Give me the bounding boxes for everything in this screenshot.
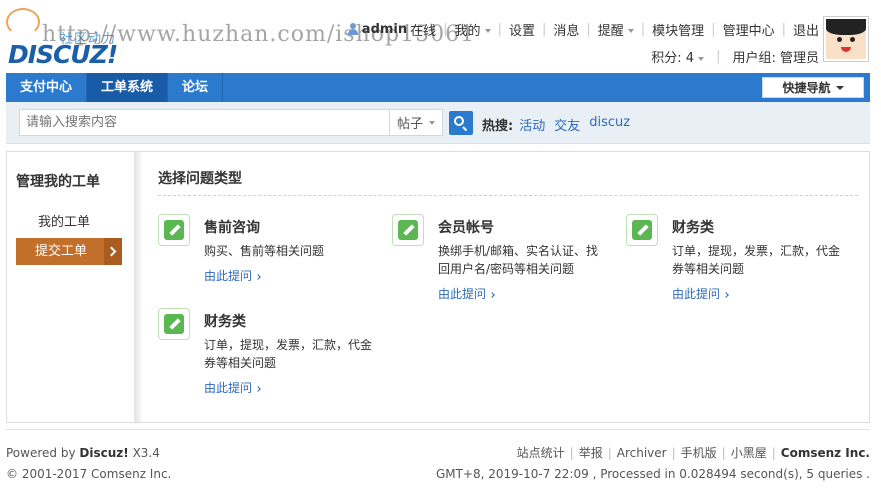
user-link[interactable]: admin 在线 xyxy=(347,20,436,39)
chevron-right-icon xyxy=(489,291,495,298)
search-bar: 帖子 热搜: 活动 交友 discuz xyxy=(6,102,870,144)
divider xyxy=(158,195,858,196)
ticket-type-name: 财务类 xyxy=(204,314,246,330)
credits-link[interactable]: 积分: 4 xyxy=(651,47,705,66)
avatar-image xyxy=(826,19,866,59)
page-title: 选择问题类型 xyxy=(158,171,242,187)
divider: | xyxy=(711,21,716,37)
chevron-down-icon xyxy=(627,29,634,33)
hot-keyword[interactable]: discuz xyxy=(589,115,630,134)
edit-icon xyxy=(158,214,190,246)
footer-left: Powered by Discuz! X3.4 © 2001-2017 Coms… xyxy=(6,443,171,485)
hot-search-label: 热搜: xyxy=(482,119,514,134)
divider: | xyxy=(443,21,448,37)
top-user-nav: admin 在线 | 我的 | 设置 | 消息 | 提醒 | 模块管理 | 管理… xyxy=(347,20,819,39)
chevron-down-icon xyxy=(484,29,491,33)
sidebar-item-submit-ticket[interactable]: 提交工单 xyxy=(16,238,122,265)
chevron-right-icon xyxy=(723,291,729,298)
chevron-right-icon xyxy=(255,273,261,280)
divider: | xyxy=(586,21,591,37)
ticket-type-desc: 订单，提现，发票，汇款，代金券等相关问题 xyxy=(204,338,373,370)
ask-here-link[interactable]: 由此提问 xyxy=(672,285,729,302)
divider: | xyxy=(640,21,646,37)
tab-forum[interactable]: 论坛 xyxy=(168,73,224,102)
quick-nav-button[interactable]: 快捷导航 xyxy=(762,77,864,98)
avatar[interactable] xyxy=(823,16,869,62)
nav-messages[interactable]: 消息 xyxy=(553,20,579,39)
nav-settings[interactable]: 设置 xyxy=(509,20,535,39)
nav-module-manage[interactable]: 模块管理 xyxy=(652,20,704,39)
header: 社区动力 DISCUZ! http://www.huzhan.com/ishop… xyxy=(0,0,881,72)
logo-ring-icon xyxy=(6,8,40,36)
hot-keyword[interactable]: 交友 xyxy=(554,115,580,134)
chevron-down-icon xyxy=(698,56,705,61)
chevron-down-icon xyxy=(835,85,844,90)
ticket-type-desc: 订单，提现，发票，汇款，代金券等相关问题 xyxy=(672,244,841,276)
ticket-type-card: 财务类 订单，提现，发票，汇款，代金券等相关问题 由此提问 xyxy=(158,308,373,398)
footer-right: 站点统计 | 举报 | Archiver | 手机版 | 小黑屋 | Comse… xyxy=(436,443,870,485)
divider: | xyxy=(716,49,721,64)
hot-keyword[interactable]: 活动 xyxy=(519,115,545,134)
sidebar-title: 管理我的工单 xyxy=(16,174,100,190)
ticket-type-name: 会员帐号 xyxy=(438,220,494,236)
nav-admin-center[interactable]: 管理中心 xyxy=(723,20,775,39)
quick-nav-label: 快捷导航 xyxy=(782,81,831,95)
discuz-link[interactable]: Discuz! xyxy=(79,446,128,460)
sidebar: 管理我的工单 我的工单 提交工单 xyxy=(7,152,135,422)
online-status: 在线 xyxy=(410,23,437,39)
footer-link-company[interactable]: Comsenz Inc. xyxy=(781,443,870,464)
ask-here-link[interactable]: 由此提问 xyxy=(204,379,261,396)
usergroup-link[interactable]: 用户组: 管理员 xyxy=(732,47,819,66)
copyright: © 2001-2017 Comsenz Inc. xyxy=(6,467,172,481)
processed-info: GMT+8, 2019-10-7 22:09 , Processed in 0.… xyxy=(435,467,870,481)
tab-payment-center[interactable]: 支付中心 xyxy=(6,73,88,102)
ticket-type-card: 会员帐号 换绑手机/邮箱、实名认证、找回用户名/密码等相关问题 由此提问 xyxy=(392,214,607,304)
footer-links: 站点统计 | 举报 | Archiver | 手机版 | 小黑屋 | Comse… xyxy=(436,443,870,464)
ticket-type-desc: 换绑手机/邮箱、实名认证、找回用户名/密码等相关问题 xyxy=(438,244,599,276)
footer-divider xyxy=(6,429,870,430)
powered-by: Powered by Discuz! X3.4 xyxy=(6,446,160,460)
search-type-select[interactable]: 帖子 xyxy=(389,109,443,136)
ask-here-link[interactable]: 由此提问 xyxy=(438,285,495,302)
hot-search: 热搜: 活动 交友 discuz xyxy=(482,115,639,134)
ticket-type-name: 财务类 xyxy=(672,220,714,236)
divider: | xyxy=(541,21,547,37)
footer-link-stats[interactable]: 站点统计 xyxy=(517,443,565,464)
ticket-type-name: 售前咨询 xyxy=(204,220,260,236)
content-panel: 管理我的工单 我的工单 提交工单 选择问题类型 售前咨询 购买、售前等相关问题 … xyxy=(6,151,870,423)
user-icon xyxy=(347,23,359,35)
nav-reminders[interactable]: 提醒 xyxy=(598,20,634,39)
nav-my[interactable]: 我的 xyxy=(455,20,491,39)
footer-link-report[interactable]: 举报 xyxy=(579,443,603,464)
ticket-type-desc: 购买、售前等相关问题 xyxy=(204,244,325,258)
ask-here-link[interactable]: 由此提问 xyxy=(204,267,261,284)
chevron-right-icon xyxy=(255,385,261,392)
ticket-type-card: 财务类 订单，提现，发票，汇款，代金券等相关问题 由此提问 xyxy=(626,214,841,304)
main-navbar: 支付中心 工单系统 论坛 快捷导航 xyxy=(6,73,870,102)
footer-link-blackroom[interactable]: 小黑屋 xyxy=(731,443,767,464)
footer-link-mobile[interactable]: 手机版 xyxy=(681,443,717,464)
edit-icon xyxy=(626,214,658,246)
search-icon xyxy=(454,116,464,126)
edit-icon xyxy=(392,214,424,246)
chevron-down-icon xyxy=(429,120,436,125)
sidebar-shadow xyxy=(135,152,143,422)
nav-logout[interactable]: 退出 xyxy=(793,20,819,39)
search-type-label: 帖子 xyxy=(397,117,424,132)
search-button[interactable] xyxy=(449,111,473,135)
sidebar-item-my-tickets[interactable]: 我的工单 xyxy=(38,211,90,230)
user-stats: 积分: 4 | 用户组: 管理员 xyxy=(651,47,819,66)
chevron-right-icon xyxy=(104,238,122,265)
search-input[interactable] xyxy=(19,109,389,136)
divider: | xyxy=(781,21,786,37)
ticket-type-card: 售前咨询 购买、售前等相关问题 由此提问 xyxy=(158,214,373,294)
edit-icon xyxy=(158,308,190,340)
sidebar-item-label: 提交工单 xyxy=(35,244,88,259)
divider: | xyxy=(497,21,502,37)
username: admin xyxy=(361,21,408,37)
footer-link-archiver[interactable]: Archiver xyxy=(617,443,667,464)
tab-ticket-system[interactable]: 工单系统 xyxy=(87,73,169,102)
